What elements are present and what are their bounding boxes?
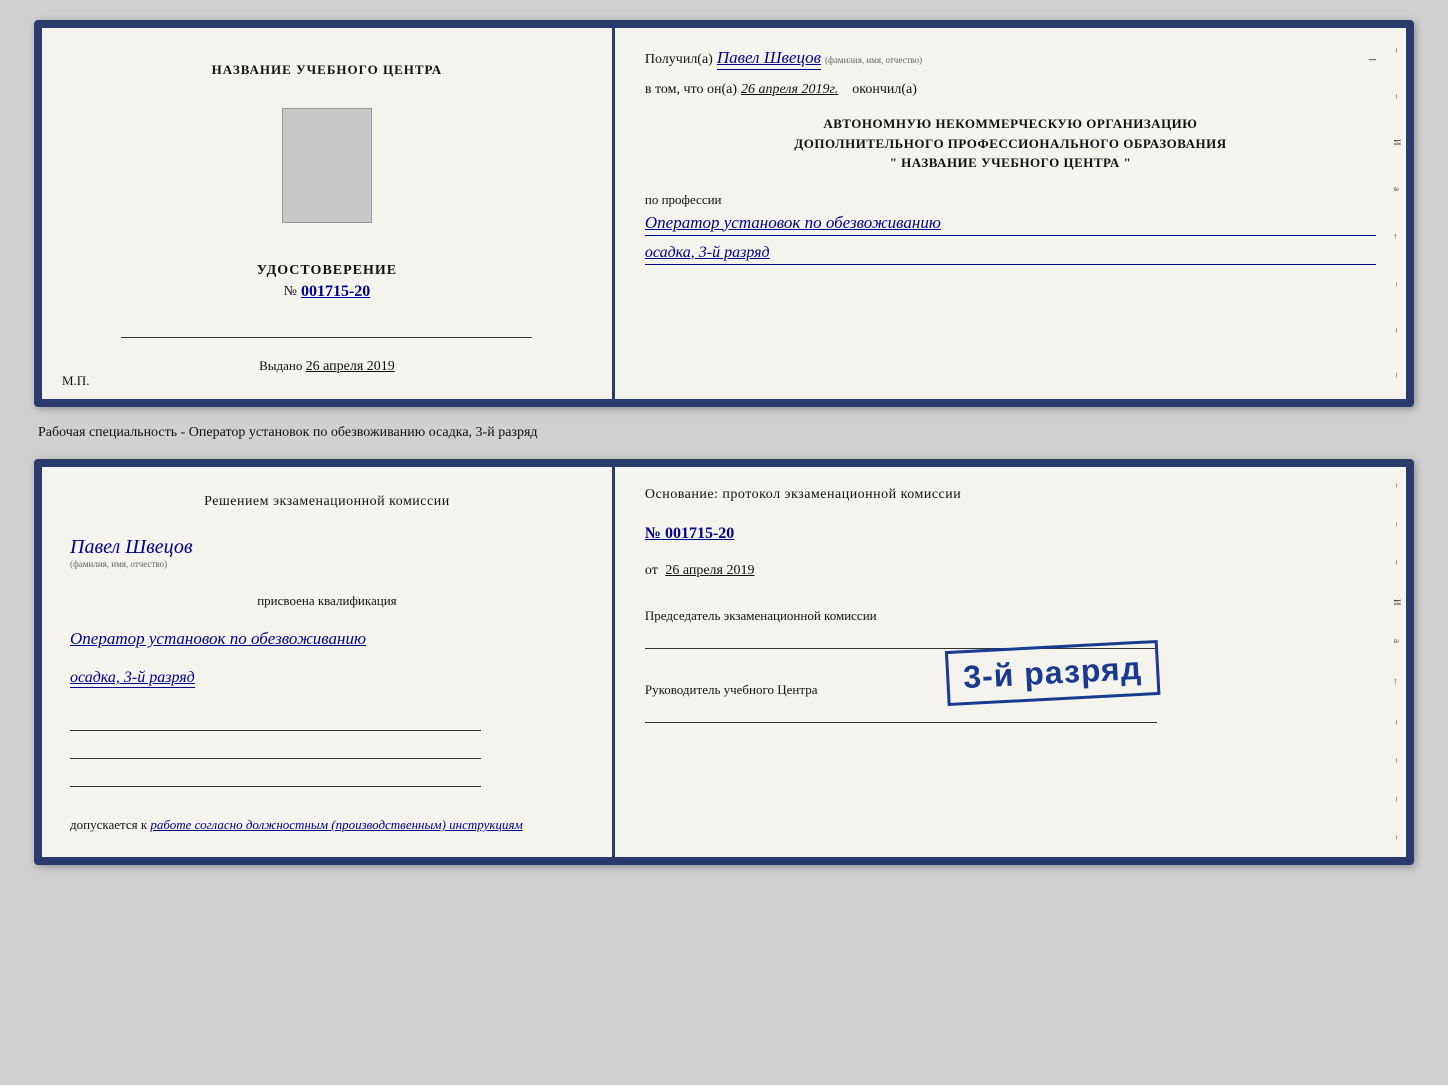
page-wrapper: НАЗВАНИЕ УЧЕБНОГО ЦЕНТРА УДОСТОВЕРЕНИЕ №… — [34, 20, 1414, 865]
top-document-card: НАЗВАНИЕ УЧЕБНОГО ЦЕНТРА УДОСТОВЕРЕНИЕ №… — [34, 20, 1414, 407]
from-prefix: от — [645, 563, 658, 578]
mp-label: М.П. — [62, 373, 89, 389]
org-line1: АВТОНОМНУЮ НЕКОММЕРЧЕСКУЮ ОРГАНИЗАЦИЮ — [645, 114, 1376, 134]
rank-block-bottom: осадка, 3-й разряд — [70, 669, 195, 687]
allowed-block: допускается к работе согласно должностны… — [70, 817, 523, 833]
allowed-value: работе согласно должностным (производств… — [150, 817, 522, 832]
allowed-label: допускается к — [70, 817, 147, 832]
person-name-block: Павел Швецов (фамилия, имя, отчество) — [70, 536, 193, 569]
edge-mark-5: ← — [1392, 232, 1402, 242]
in-that-label: в том, что он(а) — [645, 82, 737, 98]
b-edge-mark-8: – — [1392, 758, 1402, 764]
b-edge-mark-5: а — [1392, 639, 1402, 644]
qualification-block: Оператор установок по обезвоживанию — [70, 629, 366, 649]
decision-title: Решением экзаменационной комиссии — [70, 491, 584, 512]
top-card-left: НАЗВАНИЕ УЧЕБНОГО ЦЕНТРА УДОСТОВЕРЕНИЕ №… — [42, 28, 615, 399]
edge-mark-4: а — [1392, 187, 1402, 192]
bottom-document-card: Решением экзаменационной комиссии Павел … — [34, 459, 1414, 865]
name-sublabel: (фамилия, имя, отчество) — [825, 55, 922, 65]
completed-label: окончил(а) — [852, 82, 917, 98]
edge-mark-3: И — [1392, 139, 1402, 147]
chairman-block: Председатель экзаменационной комиссии — [645, 607, 1376, 649]
sig-line-2 — [70, 739, 481, 759]
b-edge-mark-7: – — [1392, 720, 1402, 726]
profession-value: Оператор установок по обезвоживанию — [645, 213, 1376, 236]
person-name-large: Павел Швецов — [70, 536, 193, 559]
b-edge-mark-10: – — [1392, 835, 1402, 841]
dash-right: – — [1369, 52, 1376, 68]
org-block: АВТОНОМНУЮ НЕКОММЕРЧЕСКУЮ ОРГАНИЗАЦИЮ ДО… — [645, 114, 1376, 173]
b-edge-mark-4: И — [1392, 599, 1402, 607]
profession-block: по профессии Оператор установок по обезв… — [645, 191, 1376, 265]
b-edge-mark-3: – — [1392, 560, 1402, 566]
chairman-label: Председатель экзаменационной комиссии — [645, 607, 1376, 625]
qualification-value: Оператор установок по обезвоживанию — [70, 629, 366, 649]
completed-date: 26 апреля 2019г. — [741, 82, 838, 98]
edge-mark-6: – — [1392, 282, 1402, 288]
edge-mark-2: – — [1392, 94, 1402, 100]
received-name: Павел Швецов — [717, 48, 821, 70]
org-line3: " НАЗВАНИЕ УЧЕБНОГО ЦЕНТРА " — [645, 153, 1376, 173]
b-edge-mark-2: – — [1392, 522, 1402, 528]
rank-value-bottom: осадка, 3-й разряд — [70, 669, 195, 688]
b-edge-mark-6: ← — [1392, 677, 1402, 687]
in-that-row: в том, что он(а) 26 апреля 2019г. окончи… — [645, 82, 1376, 98]
director-sig-line — [645, 703, 1157, 723]
right-edge-marks: – – И а ← – – – — [1388, 28, 1406, 399]
bottom-right-edge-marks: – – – И а ← – – – – — [1388, 467, 1406, 857]
stamp: 3-й разряд — [945, 640, 1160, 706]
cert-label: УДОСТОВЕРЕНИЕ — [257, 263, 397, 279]
caption-line: Рабочая специальность - Оператор установ… — [34, 425, 1414, 441]
basis-title: Основание: протокол экзаменационной коми… — [645, 487, 1376, 503]
b-edge-mark-1: – — [1392, 483, 1402, 489]
signature-lines — [70, 711, 481, 787]
photo-placeholder — [282, 108, 372, 223]
issued-label: Выдано — [259, 358, 302, 373]
protocol-prefix: № — [645, 525, 661, 542]
from-date: 26 апреля 2019 — [665, 563, 754, 578]
issued-date: 26 апреля 2019 — [306, 359, 395, 374]
bottom-card-right: Основание: протокол экзаменационной коми… — [615, 467, 1406, 857]
received-row: Получил(а) Павел Швецов (фамилия, имя, о… — [645, 48, 1376, 70]
sig-line-3 — [70, 767, 481, 787]
b-edge-mark-9: – — [1392, 797, 1402, 803]
cert-number: 001715-20 — [301, 283, 370, 301]
edge-mark-8: – — [1392, 373, 1402, 379]
issued-block: Выдано 26 апреля 2019 — [259, 358, 395, 375]
protocol-number: 001715-20 — [665, 525, 734, 542]
received-label: Получил(а) — [645, 52, 713, 68]
top-card-right: Получил(а) Павел Швецов (фамилия, имя, о… — [615, 28, 1406, 399]
bottom-card-left: Решением экзаменационной комиссии Павел … — [42, 467, 615, 857]
edge-mark-1: – — [1392, 48, 1402, 54]
sig-line-1 — [70, 711, 481, 731]
protocol-number-block: № 001715-20 — [645, 525, 1376, 543]
stamp-text: 3-й разряд — [963, 650, 1143, 696]
edge-mark-7: – — [1392, 328, 1402, 334]
org-line2: ДОПОЛНИТЕЛЬНОГО ПРОФЕССИОНАЛЬНОГО ОБРАЗО… — [645, 134, 1376, 154]
from-date-block: от 26 апреля 2019 — [645, 563, 1376, 579]
person-sublabel: (фамилия, имя, отчество) — [70, 559, 193, 569]
rank-line: осадка, 3-й разряд — [645, 244, 1376, 265]
school-name-top: НАЗВАНИЕ УЧЕБНОГО ЦЕНТРА — [212, 62, 443, 78]
profession-label: по профессии — [645, 192, 722, 207]
cert-block: УДОСТОВЕРЕНИЕ № 001715-20 — [257, 263, 397, 301]
assigned-label: присвоена квалификация — [70, 593, 584, 609]
cert-number-prefix: № — [284, 284, 297, 300]
